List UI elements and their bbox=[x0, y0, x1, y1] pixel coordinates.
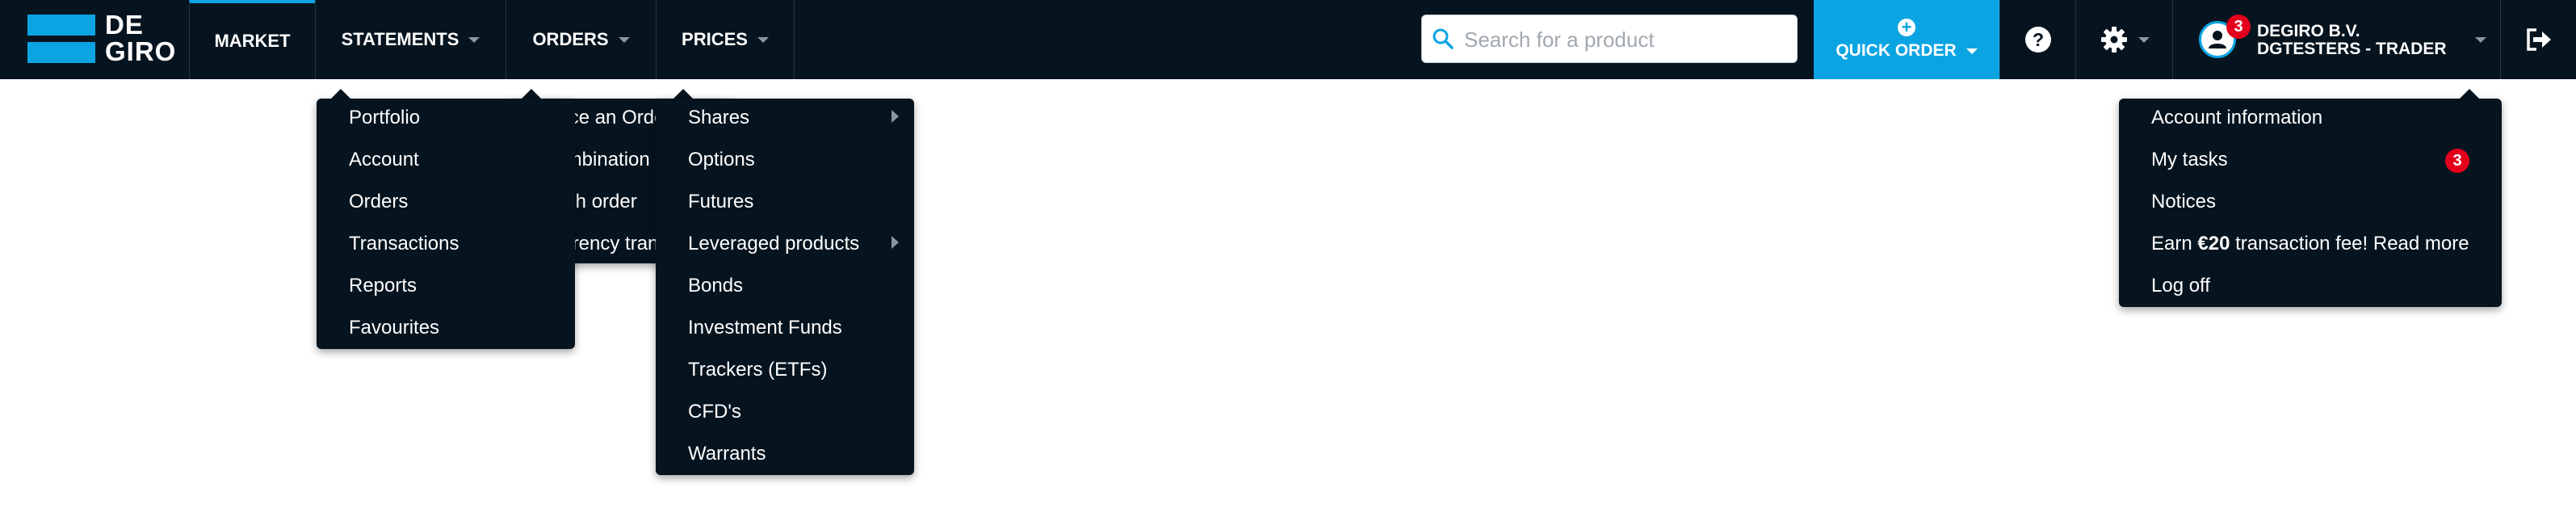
nav-orders[interactable]: ORDERS bbox=[506, 0, 656, 79]
question-circle-icon: ? bbox=[2024, 27, 2051, 53]
earn-amount: €20 bbox=[2197, 233, 2230, 254]
menu-item-portfolio[interactable]: Portfolio bbox=[349, 107, 420, 129]
nav-market-label: MARKET bbox=[214, 31, 291, 51]
menu-item-my-tasks[interactable]: My tasks bbox=[2151, 149, 2228, 171]
user-company: DEGIRO B.V. bbox=[2257, 22, 2360, 40]
svg-text:?: ? bbox=[2032, 29, 2043, 50]
menu-item-investment-funds[interactable]: Investment Funds bbox=[688, 317, 842, 339]
chevron-down-icon bbox=[1966, 48, 1978, 54]
logo-text: DE GIRO bbox=[105, 11, 176, 65]
search-box[interactable] bbox=[1421, 15, 1798, 63]
logo-text-line2: GIRO bbox=[105, 36, 177, 66]
chevron-down-icon bbox=[468, 36, 480, 43]
nav-statements-label: STATEMENTS bbox=[341, 29, 459, 49]
user-name: DEGIRO B.V. DGTESTERS - TRADER bbox=[2257, 23, 2447, 58]
top-navigation-bar: DE GIRO MARKET STATEMENTS ORDERS PRICES … bbox=[0, 0, 2576, 79]
nav-market[interactable]: MARKET bbox=[189, 0, 315, 79]
earn-prefix: Earn bbox=[2151, 233, 2198, 254]
menu-item-reports[interactable]: Reports bbox=[349, 275, 417, 297]
search-icon bbox=[1433, 28, 1454, 49]
plus-circle-icon: + bbox=[1898, 19, 1915, 36]
help-button[interactable]: ? bbox=[1999, 0, 2075, 79]
orders-menu-notch bbox=[522, 89, 541, 99]
logo-bar-bottom bbox=[27, 42, 95, 63]
account-menu-notch bbox=[2460, 89, 2479, 99]
quick-order-button[interactable]: + QUICK ORDER bbox=[1814, 0, 1999, 79]
search-input[interactable] bbox=[1462, 22, 1789, 57]
logo-text-line1: DE bbox=[105, 10, 144, 40]
menu-item-trackers-etfs[interactable]: Trackers (ETFs) bbox=[688, 359, 827, 381]
settings-button[interactable] bbox=[2075, 0, 2172, 79]
menu-item-earn-promo[interactable]: Earn €20 transaction fee! Read more bbox=[2151, 233, 2469, 255]
tasks-count-badge: 3 bbox=[2445, 149, 2469, 173]
user-account-button[interactable]: 3 DEGIRO B.V. DGTESTERS - TRADER bbox=[2172, 0, 2495, 79]
menu-item-shares[interactable]: Shares bbox=[688, 107, 749, 129]
nav-statements[interactable]: STATEMENTS bbox=[315, 0, 506, 79]
menu-item-cfds[interactable]: CFD's bbox=[688, 401, 741, 423]
prices-menu-notch bbox=[673, 89, 693, 99]
nav-orders-label: ORDERS bbox=[532, 29, 609, 49]
user-account-type: DGTESTERS - TRADER bbox=[2257, 40, 2447, 58]
chevron-down-icon bbox=[2475, 37, 2486, 43]
logout-icon bbox=[2526, 28, 2551, 51]
nav-prices-label: PRICES bbox=[682, 29, 748, 49]
menu-item-log-off[interactable]: Log off bbox=[2151, 275, 2210, 297]
menu-item-bonds[interactable]: Bonds bbox=[688, 275, 743, 297]
chevron-right-icon bbox=[892, 110, 899, 123]
menu-item-notices[interactable]: Notices bbox=[2151, 191, 2216, 213]
logo-bar-top bbox=[27, 15, 95, 36]
logout-button[interactable] bbox=[2500, 0, 2576, 79]
degiro-logo[interactable]: DE GIRO bbox=[27, 11, 183, 65]
statements-dropdown-menu: Portfolio Account Orders Transactions Re… bbox=[317, 99, 575, 349]
quick-order-label: QUICK ORDER bbox=[1836, 41, 1957, 60]
statements-menu-notch bbox=[331, 89, 350, 99]
menu-item-account-information[interactable]: Account information bbox=[2151, 107, 2322, 129]
chevron-down-icon bbox=[757, 36, 769, 43]
menu-item-leveraged-products[interactable]: Leveraged products bbox=[688, 233, 859, 255]
notification-badge: 3 bbox=[2226, 15, 2251, 39]
account-dropdown-menu: Account information My tasks 3 Notices E… bbox=[2119, 99, 2502, 307]
gear-icon bbox=[2100, 27, 2127, 53]
chevron-down-icon bbox=[2138, 36, 2150, 43]
chevron-right-icon bbox=[892, 236, 899, 249]
earn-suffix: transaction fee! Read more bbox=[2230, 233, 2469, 254]
menu-item-favourites[interactable]: Favourites bbox=[349, 317, 439, 339]
menu-item-transactions[interactable]: Transactions bbox=[349, 233, 459, 255]
nav-prices[interactable]: PRICES bbox=[656, 0, 795, 79]
menu-item-orders[interactable]: Orders bbox=[349, 191, 408, 213]
quick-order-label-row: QUICK ORDER bbox=[1836, 41, 1978, 61]
menu-item-warrants[interactable]: Warrants bbox=[688, 443, 766, 465]
prices-dropdown-menu: Shares Options Futures Leveraged product… bbox=[656, 99, 914, 475]
menu-item-account[interactable]: Account bbox=[349, 149, 419, 171]
menu-item-futures[interactable]: Futures bbox=[688, 191, 753, 213]
menu-item-options[interactable]: Options bbox=[688, 149, 755, 171]
chevron-down-icon bbox=[618, 36, 630, 43]
